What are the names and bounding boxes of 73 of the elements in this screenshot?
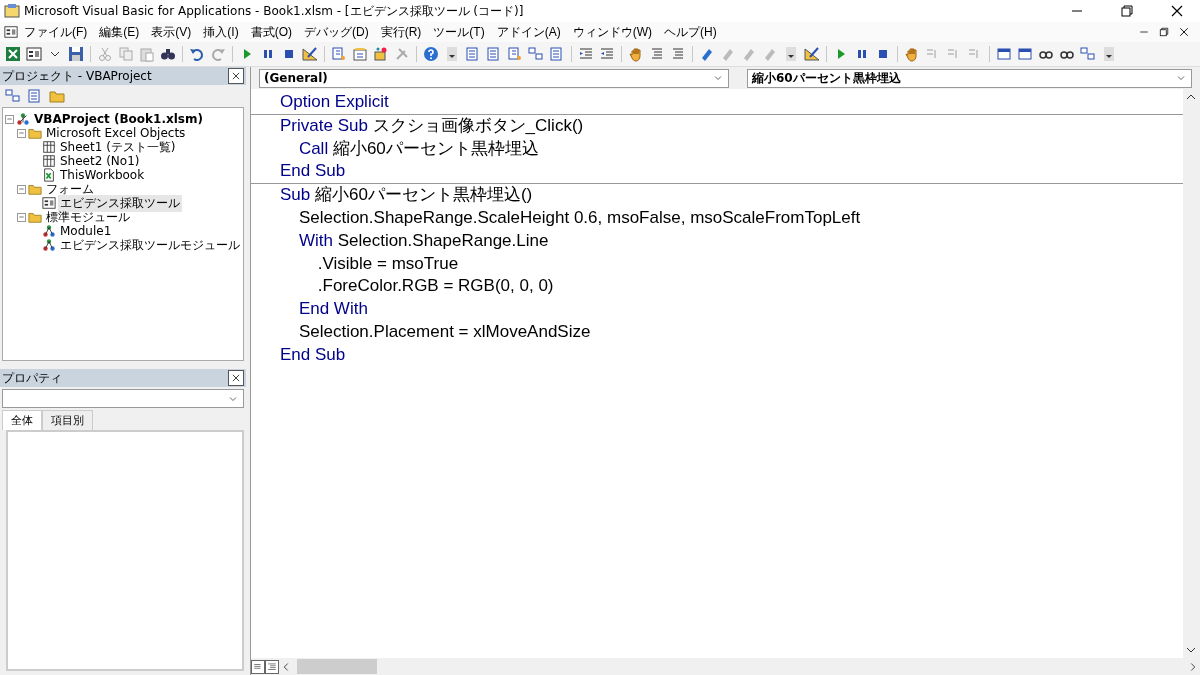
restore-icon[interactable] — [1119, 3, 1135, 19]
menu-item[interactable]: ファイル(F) — [18, 23, 94, 41]
tree-item[interactable]: エビデンス採取ツールモジュール — [58, 236, 242, 254]
find-icon[interactable] — [160, 46, 176, 62]
menu-item[interactable]: ウィンドウ(W) — [566, 23, 658, 41]
code-line: Selection.ShapeRange.ScaleHeight 0.6, msoFalse, msoScaleFromTopLeft — [297, 207, 862, 229]
app-icon — [4, 3, 20, 19]
code-line: End With — [297, 298, 369, 321]
code-line: Call 縮小60パーセント黒枠埋込 — [297, 137, 540, 160]
minus-icon — [18, 213, 25, 221]
menu-item[interactable]: 書式(O) — [244, 23, 298, 41]
expand-toggle[interactable] — [17, 128, 26, 138]
undo-icon[interactable] — [189, 46, 205, 62]
help-icon[interactable] — [423, 46, 439, 62]
tree-item[interactable]: Sheet2 (No1) — [58, 154, 142, 168]
menu-item[interactable]: デバッグ(D) — [298, 23, 375, 41]
code-line: Sub 縮小60パーセント黒枠埋込() — [280, 184, 534, 207]
procedure-dropdown[interactable]: 縮小60パーセント黒枠埋込 — [747, 68, 1192, 88]
toggle-folders-icon[interactable] — [49, 88, 65, 104]
sheet-icon — [42, 154, 56, 168]
code-line: With Selection.ShapeRange.Line — [297, 229, 550, 252]
menu-item[interactable]: ヘルプ(H) — [658, 23, 723, 41]
toolbar-options-icon[interactable] — [444, 46, 460, 62]
code-line: End Sub — [280, 343, 347, 366]
tab[interactable]: 全体 — [2, 410, 42, 430]
restore-icon — [1158, 26, 1170, 38]
scrollbar-thumb[interactable] — [297, 659, 377, 674]
menu-item[interactable]: ツール(T) — [427, 23, 491, 41]
code-line: Selection.Placement = xlMoveAndSize — [297, 320, 592, 343]
menu-item[interactable]: 表示(V) — [145, 23, 198, 41]
folder-icon — [28, 210, 42, 224]
window-title: Microsoft Visual Basic for Applications - Book1.xlsm - [エビデンス採取ツール (コード)] — [24, 2, 525, 20]
toolbar-options-icon[interactable] — [1101, 46, 1117, 62]
toolbar-options-icon[interactable] — [783, 46, 799, 62]
pane-title: プロジェクト - VBAProject — [2, 67, 152, 85]
tab[interactable]: 項目別 — [42, 410, 93, 430]
sheet-icon — [42, 140, 56, 154]
vertical-scrollbar[interactable] — [1183, 89, 1200, 658]
outdent-icon[interactable] — [599, 46, 615, 62]
tree-item[interactable]: Microsoft Excel Objects — [44, 126, 188, 140]
tree-item[interactable]: VBAProject (Book1.xlsm) — [32, 112, 205, 126]
expand-toggle[interactable] — [17, 212, 26, 222]
workbook-icon — [42, 168, 56, 182]
pane-title: プロパティ — [2, 369, 62, 387]
dropdown-value: (General) — [264, 71, 328, 85]
tree-item[interactable]: エビデンス採取ツール — [58, 194, 182, 212]
code-line: .Visible = msoTrue — [316, 252, 460, 275]
redo-icon[interactable] — [210, 46, 226, 62]
menu-item[interactable]: 編集(E) — [93, 23, 146, 41]
cut-icon[interactable] — [97, 46, 113, 62]
tree-item[interactable]: ThisWorkbook — [58, 168, 147, 182]
code-line: Option Explicit — [280, 91, 390, 113]
folder-icon — [28, 182, 42, 196]
excel-icon[interactable] — [5, 46, 21, 62]
save-icon[interactable] — [68, 46, 84, 62]
expand-toggle[interactable] — [17, 184, 26, 194]
code-line: .ForeColor.RGB = RGB(0, 0, 0) — [316, 275, 555, 298]
dropdown-value: 縮小60パーセント黒枠埋込 — [752, 69, 901, 87]
menu-item[interactable]: アドイン(A) — [490, 23, 567, 41]
menu-item[interactable]: 実行(R) — [374, 23, 428, 41]
hand-icon[interactable] — [904, 46, 920, 62]
hand-icon[interactable] — [628, 46, 644, 62]
tree-item[interactable]: Module1 — [58, 224, 114, 238]
expand-toggle[interactable] — [5, 114, 14, 124]
indent-icon[interactable] — [578, 46, 594, 62]
minus-icon — [18, 185, 25, 193]
close-icon[interactable] — [1169, 3, 1185, 19]
close-icon — [1178, 26, 1190, 38]
folder-icon — [28, 126, 42, 140]
code-line: End Sub — [280, 160, 347, 183]
menu-item[interactable]: 挿入(I) — [197, 23, 245, 41]
code-line: Private Sub スクショ画像ボタン_Click() — [280, 114, 585, 137]
object-dropdown[interactable]: (General) — [259, 68, 729, 88]
